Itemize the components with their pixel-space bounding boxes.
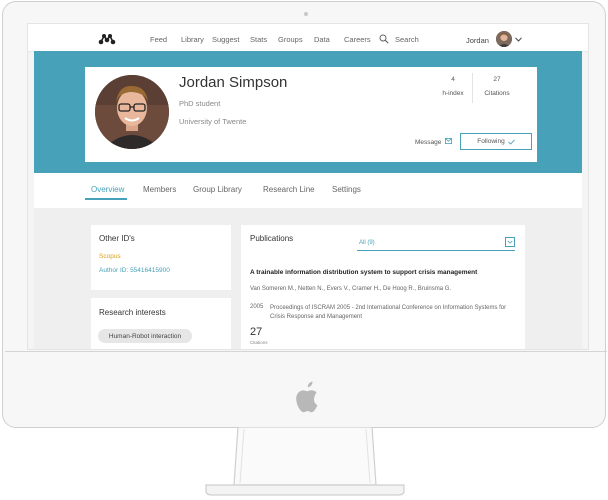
research-interests-title: Research interests bbox=[99, 308, 166, 317]
search-icon[interactable] bbox=[379, 34, 389, 44]
active-tab-indicator bbox=[85, 198, 127, 200]
other-ids-panel: Other ID's Scopus Author ID: 55416415900 bbox=[91, 225, 231, 290]
profile-role: PhD student bbox=[179, 99, 221, 108]
search-label[interactable]: Search bbox=[395, 35, 419, 44]
mendeley-logo-icon[interactable] bbox=[98, 33, 116, 45]
chevron-down-icon[interactable] bbox=[505, 237, 515, 247]
following-button[interactable]: Following bbox=[460, 133, 532, 150]
nav-careers[interactable]: Careers bbox=[344, 35, 371, 44]
h-index-value: 4 bbox=[451, 76, 455, 83]
apple-logo-icon bbox=[296, 381, 318, 413]
user-name[interactable]: Jordan bbox=[466, 36, 489, 45]
monitor-stand bbox=[205, 427, 405, 496]
scopus-label: Scopus bbox=[99, 253, 121, 260]
chevron-down-icon[interactable] bbox=[515, 37, 522, 42]
publications-panel: Publications All (9) A trainable informa… bbox=[241, 225, 525, 349]
profile-card: Jordan Simpson PhD student University of… bbox=[85, 67, 537, 162]
citations-value: 27 bbox=[493, 76, 501, 83]
profile-content: Other ID's Scopus Author ID: 55416415900… bbox=[34, 208, 582, 349]
nav-stats[interactable]: Stats bbox=[250, 35, 267, 44]
tab-group-library[interactable]: Group Library bbox=[193, 185, 242, 194]
monitor-chin-divider bbox=[5, 351, 607, 352]
publication-venue: Proceedings of ISCRAM 2005 - 2nd Interna… bbox=[270, 305, 507, 320]
publication-authors: Van Someren M., Netten N., Evers V., Cra… bbox=[250, 286, 452, 292]
tab-overview[interactable]: Overview bbox=[91, 185, 124, 194]
top-nav: Feed Library Suggest Stats Groups Data C… bbox=[28, 24, 588, 52]
publications-filter-dropdown[interactable]: All (9) bbox=[357, 236, 515, 251]
publication-year: 2005 bbox=[250, 304, 264, 310]
tab-members[interactable]: Members bbox=[143, 185, 176, 194]
publication-citation-count: 27 bbox=[250, 326, 263, 338]
profile-tabs: Overview Members Group Library Research … bbox=[34, 173, 582, 208]
research-interests-panel: Research interests Human-Robot interacti… bbox=[91, 298, 231, 349]
screen: Feed Library Suggest Stats Groups Data C… bbox=[27, 23, 589, 350]
camera-dot bbox=[304, 12, 308, 16]
following-label: Following bbox=[477, 138, 505, 145]
profile-name: Jordan Simpson bbox=[179, 74, 288, 91]
mail-icon[interactable] bbox=[445, 138, 452, 144]
imac-monitor: Feed Library Suggest Stats Groups Data C… bbox=[2, 1, 607, 428]
nav-data[interactable]: Data bbox=[314, 35, 330, 44]
tab-research-line[interactable]: Research Line bbox=[263, 185, 315, 194]
profile-institution: University of Twente bbox=[179, 117, 247, 126]
nav-suggest[interactable]: Suggest bbox=[212, 35, 240, 44]
filter-value: All (9) bbox=[359, 240, 375, 246]
checkmark-icon bbox=[507, 139, 515, 145]
nav-groups[interactable]: Groups bbox=[278, 35, 303, 44]
tab-settings[interactable]: Settings bbox=[332, 185, 361, 194]
publications-title: Publications bbox=[250, 234, 294, 243]
publication-citation-label: Citations bbox=[250, 340, 268, 345]
publication-title[interactable]: A trainable information distribution sys… bbox=[250, 269, 477, 276]
message-button[interactable]: Message bbox=[415, 139, 441, 146]
user-avatar[interactable] bbox=[496, 31, 512, 47]
nav-feed[interactable]: Feed bbox=[150, 35, 167, 44]
h-index-label: h-index bbox=[442, 90, 464, 97]
interest-chip-label: Human-Robot interaction bbox=[108, 332, 182, 340]
citations-label: Citations bbox=[484, 90, 510, 97]
interest-chip[interactable]: Human-Robot interaction bbox=[98, 329, 192, 343]
other-ids-title: Other ID's bbox=[99, 234, 135, 243]
metric-divider bbox=[472, 73, 473, 103]
scopus-author-id-link[interactable]: Author ID: 55416415900 bbox=[99, 267, 170, 274]
nav-library[interactable]: Library bbox=[181, 35, 204, 44]
profile-photo bbox=[95, 75, 169, 149]
